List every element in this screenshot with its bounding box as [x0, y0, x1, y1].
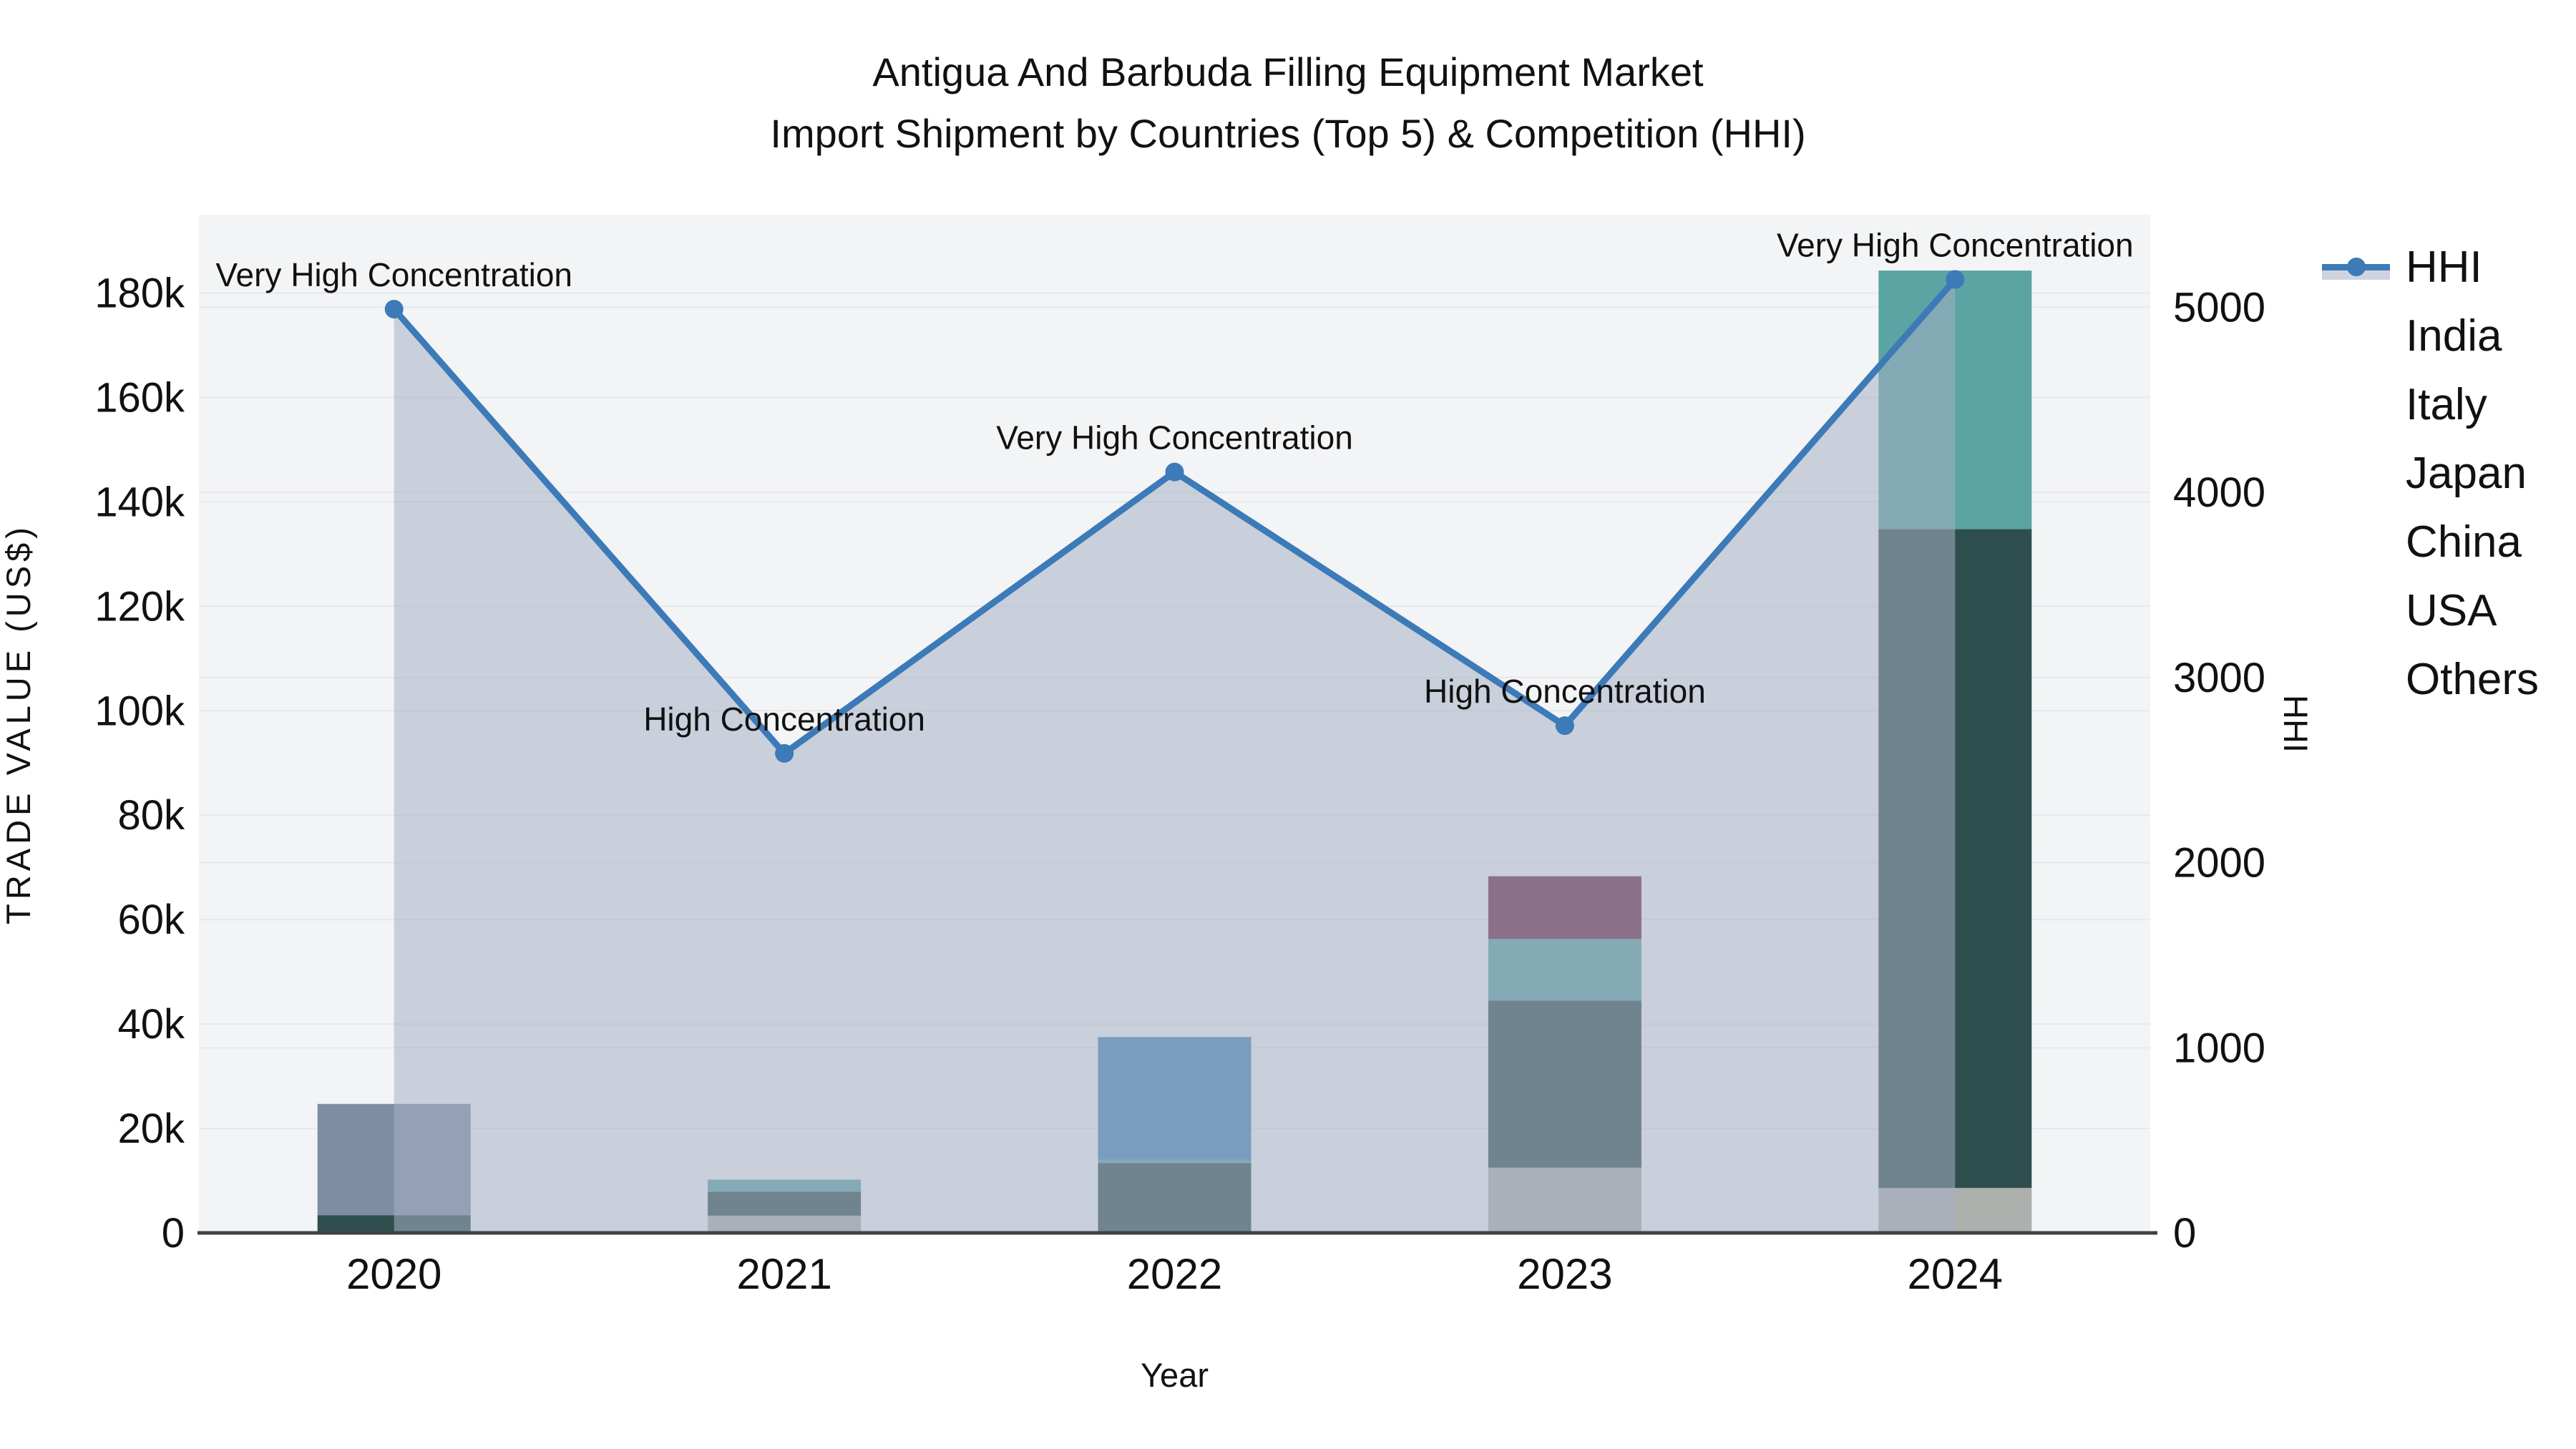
figure: Antigua And Barbuda Filling Equipment Ma…	[0, 0, 2576, 1449]
legend-label-usa: USA	[2406, 585, 2497, 635]
legend-item-usa[interactable]: USA	[2322, 576, 2539, 645]
china-swatch-icon	[2322, 520, 2390, 563]
hhi-marker-2024[interactable]	[1946, 270, 1965, 289]
annotation-2022: Very High Concentration	[996, 419, 1353, 457]
y-right-tick-label: 2000	[2173, 840, 2265, 887]
y-left-tick-label: 40k	[117, 1001, 185, 1048]
legend-item-others[interactable]: Others	[2322, 645, 2539, 713]
hhi-marker-2022[interactable]	[1165, 462, 1184, 482]
hhi-marker-2020[interactable]	[384, 299, 404, 318]
legend-item-hhi[interactable]: HHI	[2322, 233, 2539, 301]
y-right-tick-label: 0	[2173, 1210, 2196, 1257]
y-right-tick-label: 5000	[2173, 284, 2265, 331]
x-tick-label: 2023	[1517, 1250, 1612, 1298]
others-swatch-icon	[2322, 658, 2390, 701]
y-left-tick-label: 20k	[117, 1106, 185, 1152]
y-right-tick-label: 4000	[2173, 469, 2265, 516]
legend-item-china[interactable]: China	[2322, 507, 2539, 576]
y-left-tick-label: 160k	[94, 374, 185, 421]
annotation-2023: High Concentration	[1424, 673, 1706, 710]
chart-canvas: Very High Concentration High Concentratio…	[0, 215, 2315, 1394]
legend: HHI India Italy Japan China USA Others	[2322, 233, 2539, 713]
legend-item-italy[interactable]: Italy	[2322, 370, 2539, 439]
legend-item-india[interactable]: India	[2322, 301, 2539, 370]
legend-label-others: Others	[2406, 654, 2540, 704]
italy-swatch-icon	[2322, 383, 2390, 426]
hhi-marker-2023[interactable]	[1555, 716, 1574, 736]
y-left-tick-label: 100k	[94, 688, 185, 734]
x-tick-label: 2022	[1127, 1250, 1222, 1298]
y-left-tick-label: 120k	[94, 583, 185, 630]
legend-item-japan[interactable]: Japan	[2322, 439, 2539, 507]
y-left-tick-label: 80k	[117, 792, 185, 839]
annotation-2021: High Concentration	[643, 701, 925, 738]
legend-label-hhi: HHI	[2406, 242, 2482, 292]
y-right-tick-label: 3000	[2173, 655, 2265, 701]
right-axis-title: HHI	[2277, 695, 2315, 753]
legend-label-india: India	[2406, 311, 2502, 361]
hhi-marker-sample	[2347, 258, 2366, 276]
india-swatch-icon	[2322, 314, 2390, 357]
legend-label-italy: Italy	[2406, 379, 2487, 429]
annotation-2024: Very High Concentration	[1777, 227, 2134, 264]
y-left-tick-label: 60k	[117, 897, 185, 943]
x-tick-label: 2024	[1908, 1250, 2003, 1298]
y-left-tick-label: 180k	[94, 270, 185, 316]
japan-swatch-icon	[2322, 452, 2390, 494]
legend-label-japan: Japan	[2406, 448, 2527, 498]
y-left-tick-label: 140k	[94, 479, 185, 525]
hhi-line-legend-icon	[2322, 245, 2390, 288]
x-tick-label: 2020	[346, 1250, 441, 1298]
left-axis-title: TRADE VALUE (US$)	[0, 523, 37, 924]
legend-label-china: China	[2406, 517, 2522, 567]
y-right-tick-label: 1000	[2173, 1025, 2265, 1071]
hhi-marker-2021[interactable]	[775, 743, 794, 763]
x-axis-title: Year	[1141, 1356, 1209, 1394]
x-tick-label: 2021	[736, 1250, 831, 1298]
y-left-tick-label: 0	[162, 1210, 185, 1257]
usa-swatch-icon	[2322, 589, 2390, 632]
annotation-2020: Very High Concentration	[215, 256, 572, 293]
